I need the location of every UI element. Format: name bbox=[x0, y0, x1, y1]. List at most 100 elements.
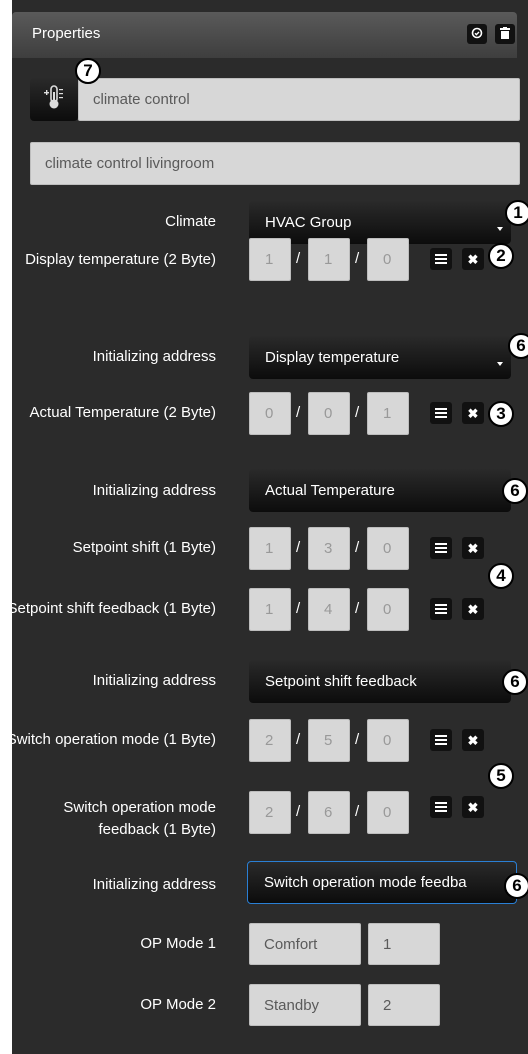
setpoint-shift-sub-group[interactable]: 0 bbox=[367, 527, 409, 570]
op-mode-2-name: Standby bbox=[264, 996, 320, 1014]
display-temperature-middle-group[interactable]: 1 bbox=[308, 238, 350, 281]
device-icon-button[interactable] bbox=[30, 78, 78, 121]
switch-operation-mode-sub-group[interactable]: 0 bbox=[367, 719, 409, 762]
actual-temperature-init-label: Initializing address bbox=[92, 482, 216, 499]
climate-label: Climate bbox=[165, 213, 216, 230]
address-separator: / bbox=[355, 250, 360, 267]
close-icon: ✖ bbox=[467, 405, 479, 421]
settings-button[interactable] bbox=[467, 24, 487, 44]
actual-temperature-main-group[interactable]: 0 bbox=[249, 392, 291, 435]
setpoint-shift-feedback-init-label: Initializing address bbox=[92, 672, 216, 689]
callout-badge: 1 bbox=[505, 200, 528, 226]
address-separator: / bbox=[355, 803, 360, 820]
op-mode-2-label: OP Mode 2 bbox=[140, 996, 216, 1013]
close-icon: ✖ bbox=[467, 251, 479, 267]
op-mode-2-value-field[interactable]: 2 bbox=[368, 984, 440, 1026]
actual-temperature-list-button[interactable] bbox=[430, 402, 452, 424]
callout-badge: 6 bbox=[504, 873, 528, 899]
switch-operation-mode-feedback-main-group[interactable]: 2 bbox=[249, 791, 291, 834]
list-icon bbox=[435, 254, 447, 264]
callout-badge: 7 bbox=[75, 58, 101, 84]
delete-button[interactable] bbox=[495, 24, 515, 44]
thermometer-icon bbox=[43, 84, 65, 115]
address-separator: / bbox=[296, 539, 301, 556]
switch-operation-mode-remove-button[interactable]: ✖ bbox=[462, 729, 484, 751]
switch-operation-mode-feedback-init-value: Switch operation mode feedba bbox=[264, 874, 467, 891]
list-icon bbox=[435, 408, 447, 418]
setpoint-shift-feedback-init-value: Setpoint shift feedback bbox=[265, 673, 417, 690]
chevron-down-icon bbox=[497, 227, 503, 231]
list-icon bbox=[435, 735, 447, 745]
actual-temperature-init-select[interactable]: Actual Temperature bbox=[249, 469, 511, 512]
close-icon: ✖ bbox=[467, 732, 479, 748]
actual-temperature-init-value: Actual Temperature bbox=[265, 482, 395, 499]
switch-operation-mode-feedback-remove-button[interactable]: ✖ bbox=[462, 796, 484, 818]
actual-temperature-sub-group[interactable]: 1 bbox=[367, 392, 409, 435]
circle-check-icon bbox=[471, 27, 483, 42]
setpoint-shift-feedback-middle-group[interactable]: 4 bbox=[308, 588, 350, 631]
address-separator: / bbox=[296, 404, 301, 421]
display-temperature-list-button[interactable] bbox=[430, 248, 452, 270]
switch-operation-mode-feedback-init-select[interactable]: Switch operation mode feedba bbox=[247, 861, 517, 904]
switch-operation-mode-middle-group[interactable]: 5 bbox=[308, 719, 350, 762]
setpoint-shift-feedback-main-group[interactable]: 1 bbox=[249, 588, 291, 631]
setpoint-shift-label: Setpoint shift (1 Byte) bbox=[72, 539, 216, 556]
display-temperature-remove-button[interactable]: ✖ bbox=[462, 248, 484, 270]
switch-operation-mode-feedback-list-button[interactable] bbox=[430, 796, 452, 818]
display-temperature-sub-group[interactable]: 0 bbox=[367, 238, 409, 281]
address-separator: / bbox=[355, 600, 360, 617]
setpoint-shift-main-group[interactable]: 1 bbox=[249, 527, 291, 570]
setpoint-shift-feedback-init-select[interactable]: Setpoint shift feedback bbox=[249, 660, 511, 703]
device-name-field[interactable]: climate control bbox=[78, 78, 520, 121]
address-separator: / bbox=[355, 404, 360, 421]
display-temperature-label: Display temperature (2 Byte) bbox=[25, 251, 216, 268]
setpoint-shift-list-button[interactable] bbox=[430, 537, 452, 559]
list-icon bbox=[435, 802, 447, 812]
op-mode-1-value: 1 bbox=[383, 935, 392, 953]
climate-select-value: HVAC Group bbox=[265, 214, 352, 231]
switch-operation-mode-feedback-label: Switch operation mode feedback (1 Byte) bbox=[63, 799, 216, 838]
close-icon: ✖ bbox=[467, 540, 479, 556]
panel-header: Properties bbox=[12, 12, 517, 58]
display-temperature-init-select[interactable]: Display temperature bbox=[249, 336, 511, 379]
address-separator: / bbox=[355, 731, 360, 748]
callout-badge: 6 bbox=[502, 478, 528, 504]
display-temperature-main-group[interactable]: 1 bbox=[249, 238, 291, 281]
op-mode-1-name-field[interactable]: Comfort bbox=[249, 923, 361, 965]
callout-badge: 4 bbox=[488, 563, 514, 589]
setpoint-shift-middle-group[interactable]: 3 bbox=[308, 527, 350, 570]
display-temperature-init-value: Display temperature bbox=[265, 349, 400, 366]
op-mode-2-name-field[interactable]: Standby bbox=[249, 984, 361, 1026]
actual-temperature-remove-button[interactable]: ✖ bbox=[462, 402, 484, 424]
device-description-text: climate control livingroom bbox=[45, 155, 215, 172]
trash-icon bbox=[500, 26, 510, 42]
close-icon: ✖ bbox=[467, 601, 479, 617]
op-mode-1-value-field[interactable]: 1 bbox=[368, 923, 440, 965]
callout-badge: 6 bbox=[508, 333, 528, 359]
op-mode-1-name: Comfort bbox=[264, 935, 318, 953]
address-separator: / bbox=[296, 803, 301, 820]
close-icon: ✖ bbox=[467, 799, 479, 815]
setpoint-shift-feedback-remove-button[interactable]: ✖ bbox=[462, 598, 484, 620]
address-separator: / bbox=[296, 600, 301, 617]
op-mode-2-value: 2 bbox=[383, 996, 392, 1014]
address-separator: / bbox=[296, 731, 301, 748]
list-icon bbox=[435, 543, 447, 553]
device-description-field[interactable]: climate control livingroom bbox=[30, 142, 520, 185]
address-separator: / bbox=[296, 250, 301, 267]
setpoint-shift-feedback-label: Setpoint shift feedback (1 Byte) bbox=[7, 600, 216, 617]
setpoint-shift-feedback-list-button[interactable] bbox=[430, 598, 452, 620]
switch-operation-mode-list-button[interactable] bbox=[430, 729, 452, 751]
address-separator: / bbox=[355, 539, 360, 556]
callout-badge: 3 bbox=[488, 401, 514, 427]
callout-badge: 2 bbox=[488, 243, 514, 269]
switch-operation-mode-main-group[interactable]: 2 bbox=[249, 719, 291, 762]
chevron-down-icon bbox=[497, 362, 503, 366]
setpoint-shift-remove-button[interactable]: ✖ bbox=[462, 537, 484, 559]
switch-operation-mode-feedback-middle-group[interactable]: 6 bbox=[308, 791, 350, 834]
actual-temperature-middle-group[interactable]: 0 bbox=[308, 392, 350, 435]
switch-operation-mode-label: Switch operation mode (1 Byte) bbox=[6, 731, 216, 748]
panel-title: Properties bbox=[32, 25, 101, 42]
setpoint-shift-feedback-sub-group[interactable]: 0 bbox=[367, 588, 409, 631]
switch-operation-mode-feedback-sub-group[interactable]: 0 bbox=[367, 791, 409, 834]
